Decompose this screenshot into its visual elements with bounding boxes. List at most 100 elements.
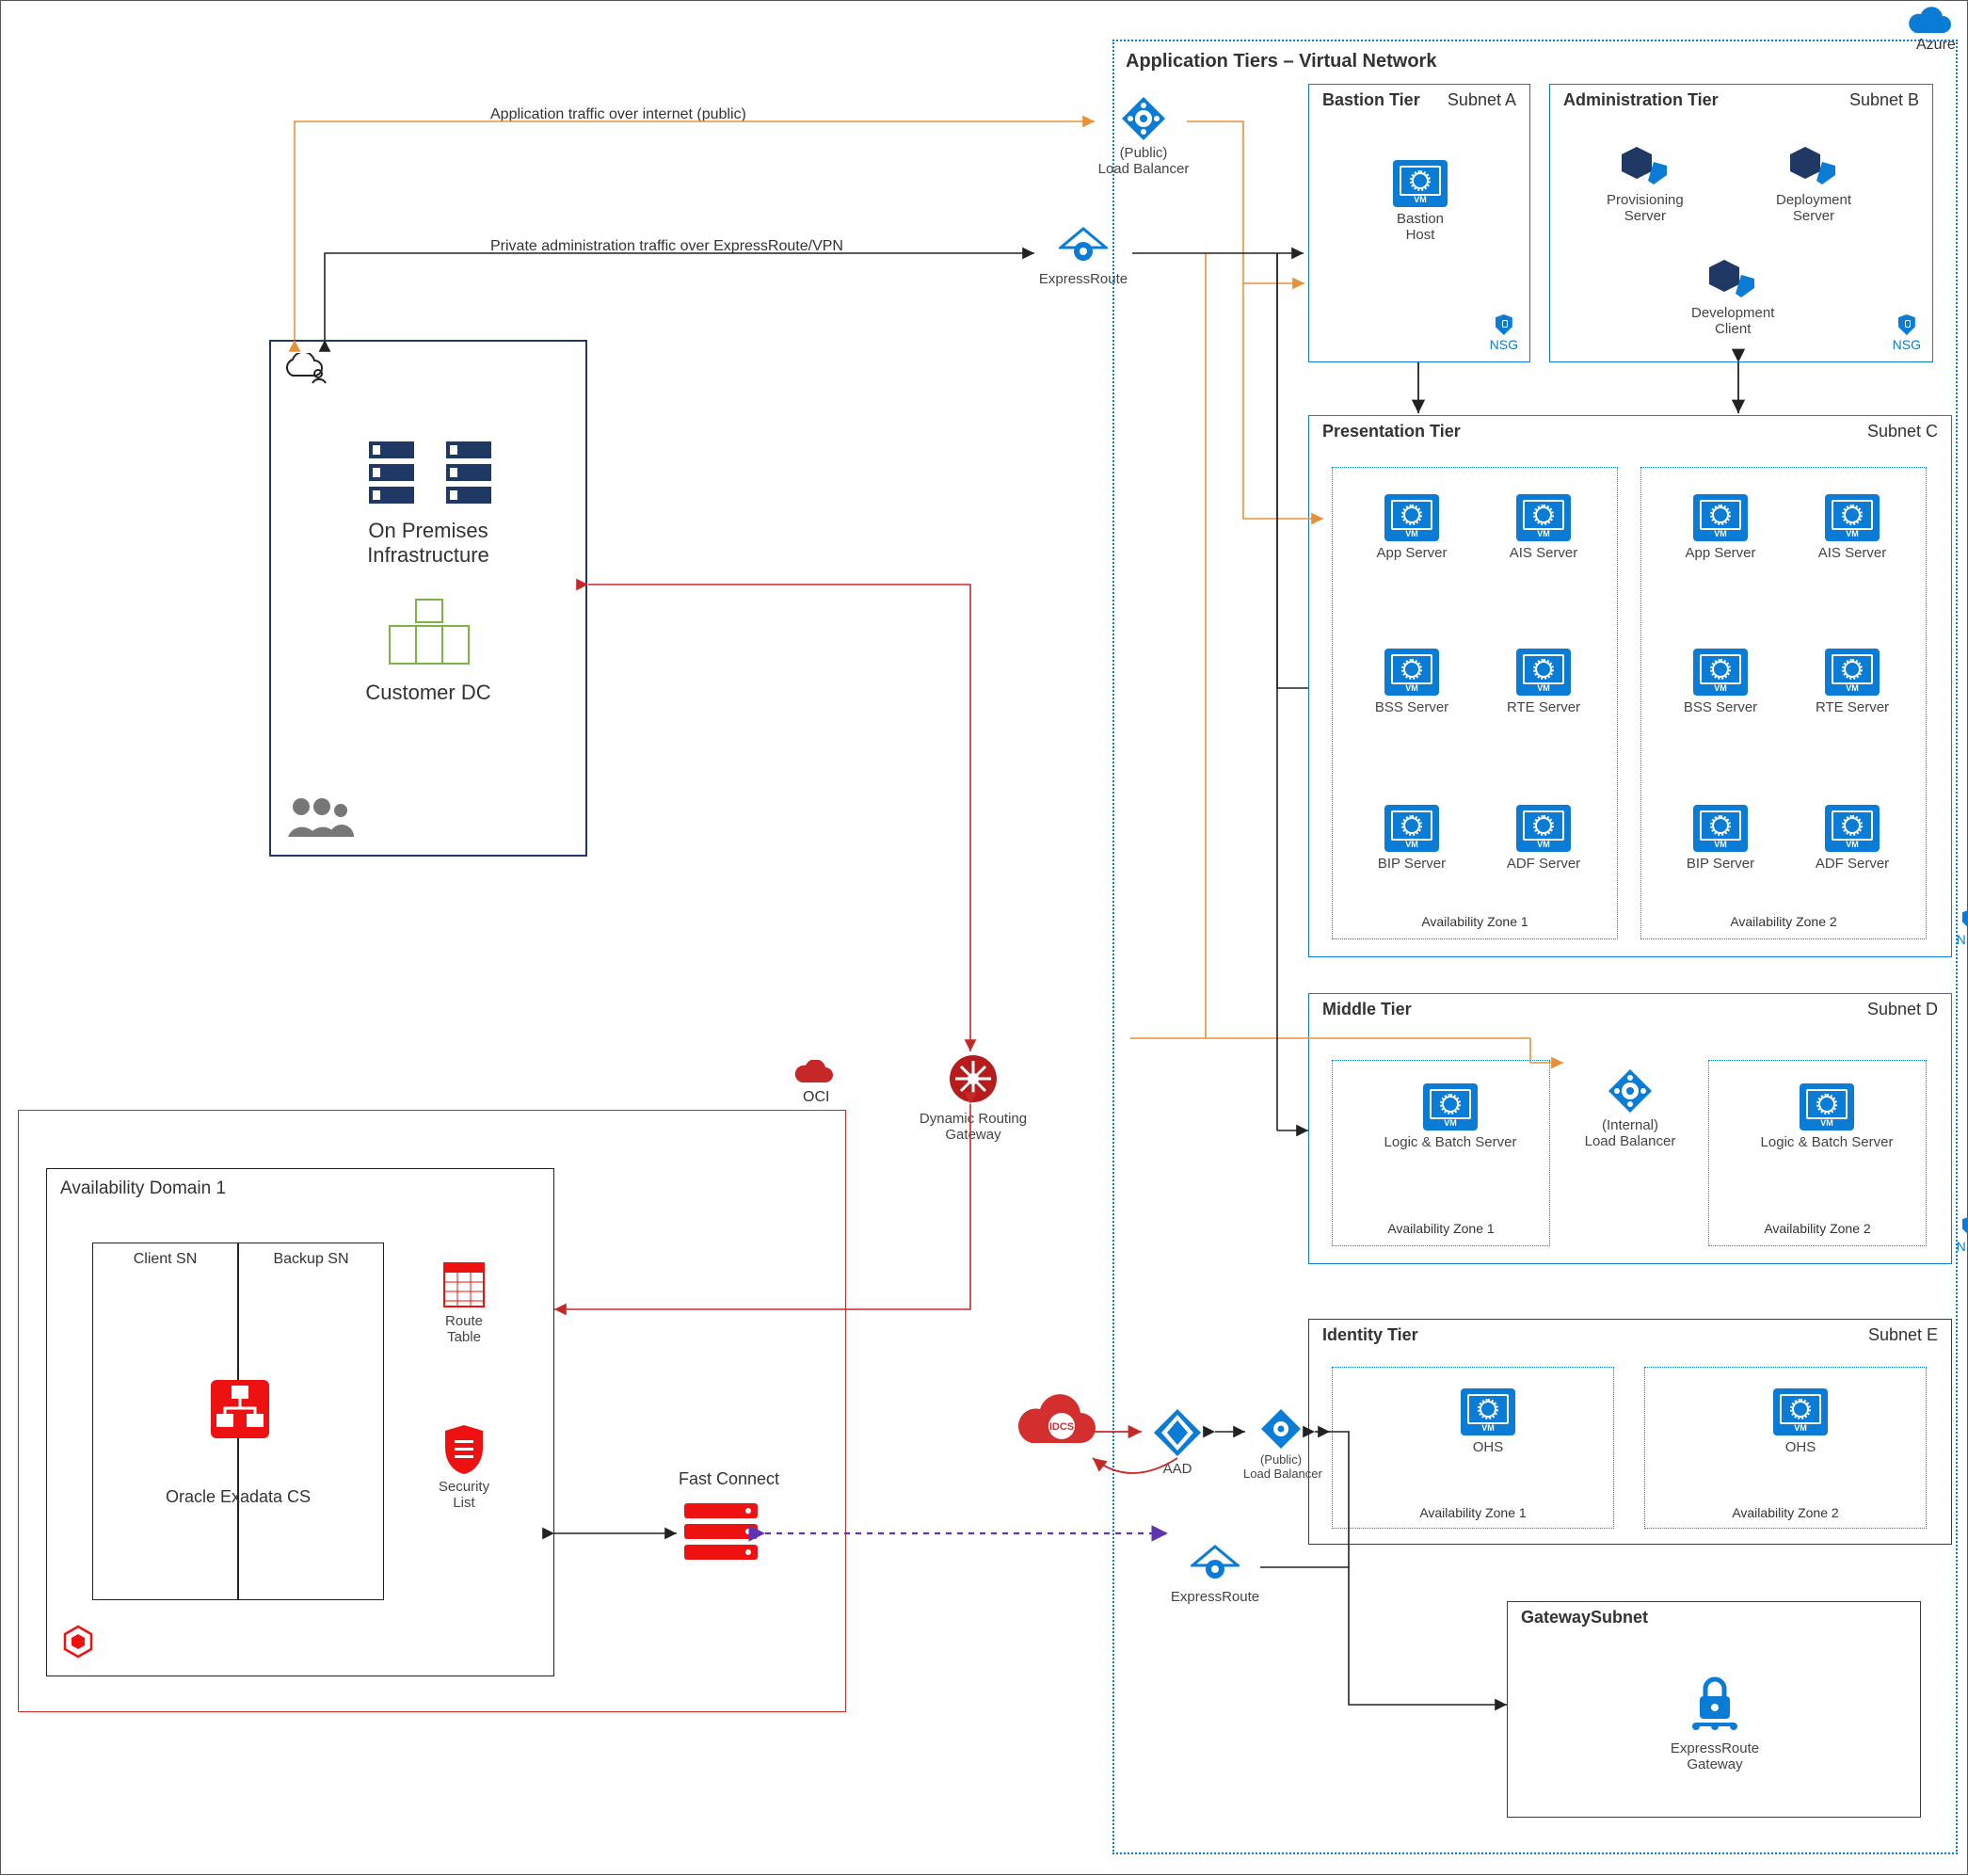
vm-icon <box>1825 649 1880 696</box>
oci-cloud-icon <box>793 1060 835 1089</box>
vm-rte-server: RTE Server <box>1800 649 1904 715</box>
idcs: IDCS <box>1010 1394 1104 1455</box>
vm-icon <box>1825 494 1880 541</box>
drg-icon <box>948 1053 999 1104</box>
private-traffic-label: Private administration traffic over Expr… <box>490 238 843 255</box>
vm-icon <box>1423 1083 1478 1130</box>
availability-domain-box: Availability Domain 1 Client SN Backup S… <box>46 1168 554 1676</box>
vm-icon <box>1384 649 1439 696</box>
expressroute-top: ExpressRoute <box>1032 227 1135 287</box>
onprem-infra-label: On Premises Infrastructure <box>271 519 585 568</box>
oci-label: OCI <box>803 1089 829 1106</box>
nsg-badge: NSG <box>1490 314 1518 352</box>
customer-dc-label: Customer DC <box>271 681 585 705</box>
security-list-icon <box>442 1423 486 1476</box>
admin-title: Administration Tier <box>1563 90 1719 110</box>
vm-bip-server: BIP Server <box>1360 805 1464 872</box>
vm-icon <box>1393 160 1448 207</box>
gateway-subnet-box: GatewaySubnet ExpressRoute Gateway <box>1507 1601 1921 1818</box>
vm-bss-server: BSS Server <box>1360 649 1464 715</box>
development-client: Development Client <box>1691 254 1774 338</box>
datacenter-icon <box>382 596 476 674</box>
vm-icon <box>1773 1388 1828 1435</box>
vm-icon <box>1516 649 1571 696</box>
expressroute-bottom: ExpressRoute <box>1163 1545 1267 1605</box>
deployment-server: Deployment Server <box>1776 141 1851 225</box>
bastion-tier-box: Bastion Tier Subnet A Bastion Host NSG <box>1308 84 1530 362</box>
server-rack-icon <box>363 436 420 512</box>
presentation-title: Presentation Tier <box>1322 422 1461 441</box>
dynamic-routing-gateway: Dynamic Routing Gateway <box>903 1053 1044 1144</box>
cube-shield-icon <box>1707 254 1758 301</box>
exadata-icon <box>207 1376 273 1442</box>
vm-app-server: App Server <box>1669 494 1772 561</box>
vm-logic-batch-server: Logic & Batch Server <box>1752 1083 1902 1150</box>
identity-public-lb: (Public) Load Balancer <box>1243 1407 1319 1482</box>
bastion-title: Bastion Tier <box>1322 90 1420 110</box>
cube-shield-icon <box>1788 141 1839 188</box>
expressroute-gateway: ExpressRoute Gateway <box>1658 1668 1771 1773</box>
exadata-label: Oracle Exadata CS <box>92 1487 384 1507</box>
middle-title: Middle Tier <box>1322 1000 1412 1019</box>
aad-icon <box>1152 1407 1203 1458</box>
vm-ais-server: AIS Server <box>1800 494 1904 561</box>
vm-icon <box>1825 805 1880 852</box>
expressroute-icon <box>1191 1545 1240 1586</box>
presentation-subnet: Subnet C <box>1867 422 1938 441</box>
bastion-host-label: Bastion Host <box>1383 211 1458 244</box>
expressroute-icon <box>1059 227 1108 268</box>
provisioning-server: Provisioning Server <box>1607 141 1684 225</box>
vnet-title: Application Tiers – Virtual Network <box>1126 51 1436 72</box>
security-list: Security List <box>422 1423 506 1512</box>
server-rack-icon <box>440 436 497 512</box>
nsg-badge: NSG <box>1893 314 1921 352</box>
ad-title: Availability Domain 1 <box>60 1179 226 1199</box>
public-traffic-label: Application traffic over internet (publi… <box>490 106 746 123</box>
vm-adf-server: ADF Server <box>1800 805 1904 872</box>
vm-icon <box>1516 805 1571 852</box>
vm-icon <box>1384 805 1439 852</box>
nsg-badge: NSG <box>1957 1216 1968 1254</box>
load-balancer-icon <box>1607 1067 1654 1114</box>
fastconnect-icon <box>679 1498 763 1566</box>
public-load-balancer: (Public) Load Balancer <box>1092 95 1195 178</box>
vm-icon <box>1693 805 1748 852</box>
identity-subnet: Subnet E <box>1868 1325 1938 1345</box>
bastion-subnet: Subnet A <box>1448 90 1516 110</box>
oci-hex-icon <box>60 1624 96 1662</box>
vm-bss-server: BSS Server <box>1669 649 1772 715</box>
nsg-badge: NSG <box>1957 909 1968 947</box>
azure-cloud-icon <box>1907 7 1952 35</box>
svg-text:IDCS: IDCS <box>1049 1421 1074 1433</box>
idcs-cloud-icon: IDCS <box>1015 1394 1099 1452</box>
vm-icon <box>1693 494 1748 541</box>
aad: AAD <box>1140 1407 1215 1477</box>
gateway-title: GatewaySubnet <box>1521 1608 1648 1627</box>
vm-icon <box>1461 1388 1515 1435</box>
vm-bip-server: BIP Server <box>1669 805 1772 872</box>
admin-subnet: Subnet B <box>1849 90 1919 110</box>
load-balancer-icon <box>1259 1407 1303 1451</box>
cloud-users-icon <box>284 353 328 388</box>
identity-title: Identity Tier <box>1322 1325 1418 1345</box>
route-table-icon <box>440 1259 488 1310</box>
onprem-box: On Premises Infrastructure Customer DC <box>269 340 587 857</box>
load-balancer-icon <box>1120 95 1167 142</box>
vm-icon <box>1800 1083 1854 1130</box>
az1-label: Availability Zone 1 <box>1333 914 1617 929</box>
vm-ohs: OHS <box>1744 1388 1857 1455</box>
oracle-exadata <box>188 1376 292 1445</box>
az2-label: Availability Zone 2 <box>1641 914 1926 929</box>
vm-app-server: App Server <box>1360 494 1464 561</box>
middle-subnet: Subnet D <box>1867 1000 1938 1019</box>
fastconnect-label: Fast Connect <box>679 1469 779 1489</box>
vm-logic-batch-server: Logic & Batch Server <box>1375 1083 1526 1150</box>
vm-icon <box>1384 494 1439 541</box>
lock-network-icon <box>1683 1668 1747 1732</box>
vm-icon <box>1516 494 1571 541</box>
vm-adf-server: ADF Server <box>1492 805 1595 872</box>
vm-ais-server: AIS Server <box>1492 494 1595 561</box>
vm-ohs: OHS <box>1432 1388 1544 1455</box>
internal-lb: (Internal) Load Balancer <box>1578 1067 1682 1150</box>
bastion-host: Bastion Host <box>1383 160 1458 244</box>
